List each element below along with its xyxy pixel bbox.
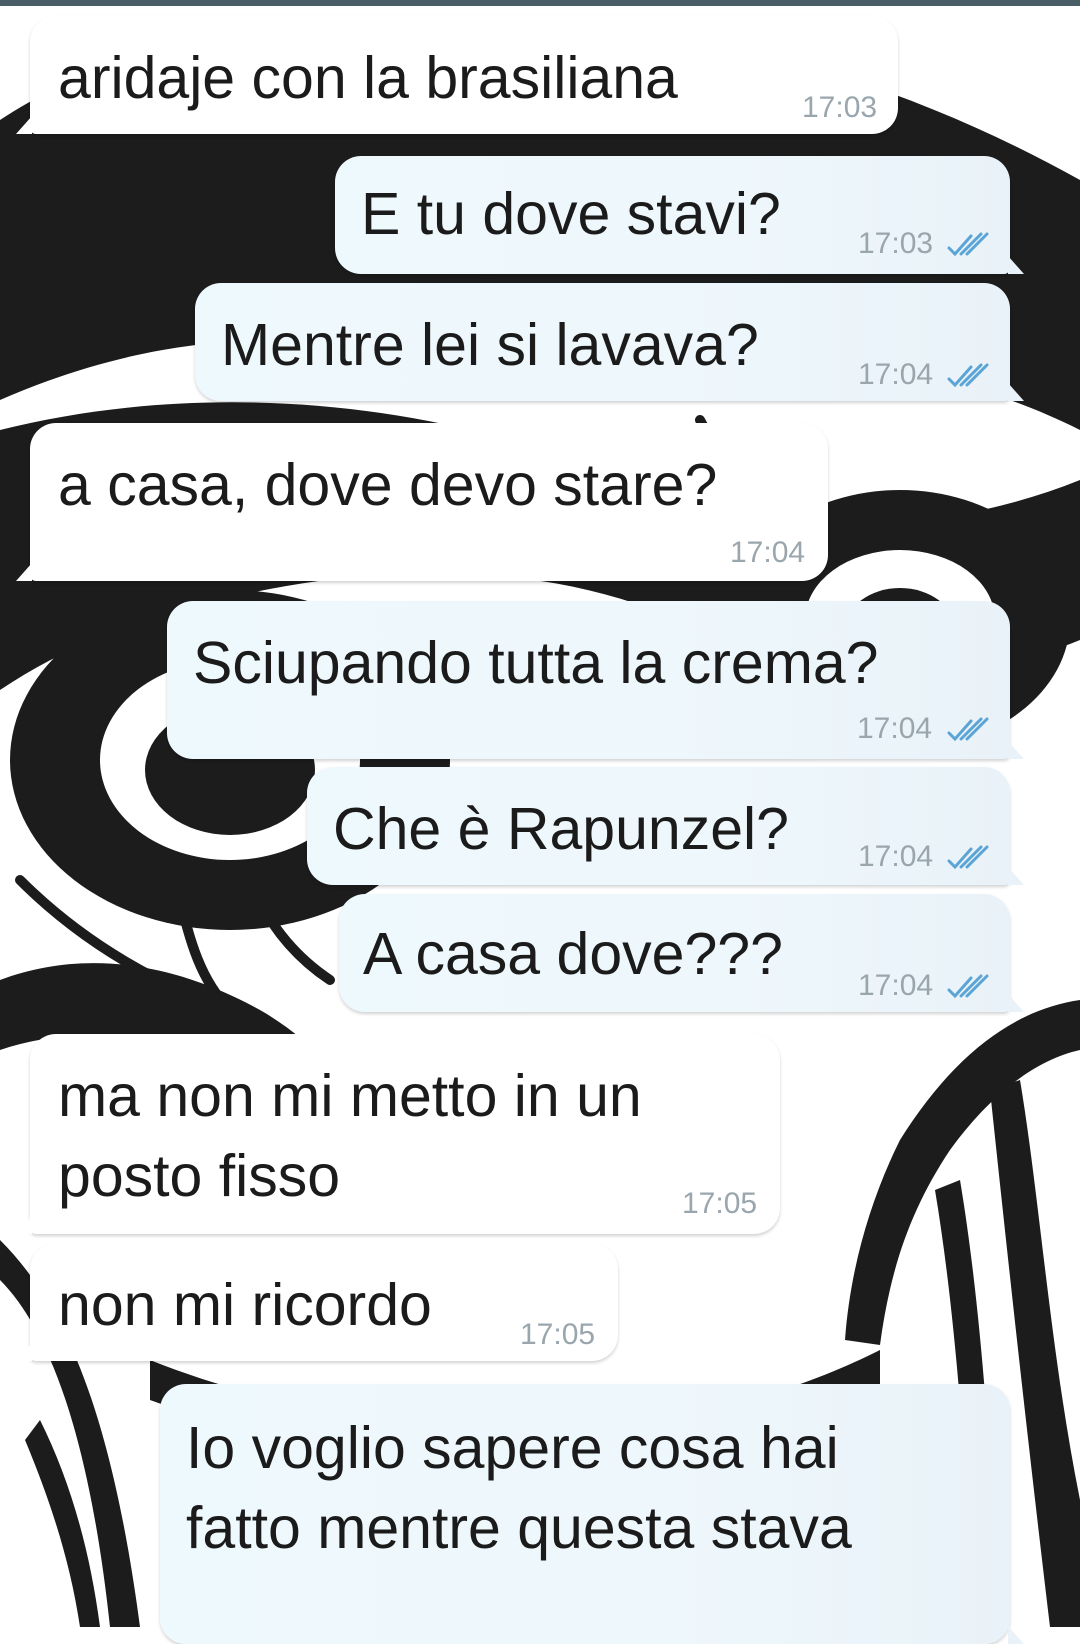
message-text: Che è Rapunzel? [333,796,789,862]
message-time: 17:04 [858,969,934,1002]
message-outgoing[interactable]: E tu dove stavi? 17:03 [335,156,1024,274]
read-double-check-icon [947,845,989,869]
read-double-check-icon [947,232,989,256]
message-text: aridaje con la brasiliana [58,45,678,111]
message-text: non mi ricordo [58,1272,432,1338]
message-text-line-2: fatto mentre questa stava [186,1495,852,1561]
message-outgoing[interactable]: Mentre lei si lavava? 17:04 [195,283,1024,401]
message-incoming[interactable]: aridaje con la brasiliana 17:03 [16,16,898,134]
message-time: 17:03 [802,91,878,124]
message-outgoing[interactable]: Sciupando tutta la crema? 17:04 [167,601,1024,759]
message-incoming[interactable]: ma non mi metto in un posto fisso 17:05 [16,1034,780,1234]
message-text-line-1: ma non mi metto in un [58,1063,642,1129]
read-double-check-icon [947,363,989,387]
message-time: 17:03 [858,227,934,260]
chat-thread: aridaje con la brasiliana 17:03 E tu dov… [0,0,1080,1644]
message-text-line-2: posto fisso [58,1143,341,1209]
message-time: 17:05 [520,1318,596,1351]
message-outgoing[interactable]: A casa dove??? 17:04 [339,894,1024,1012]
message-outgoing[interactable]: Io voglio sapere cosa hai fatto mentre q… [160,1384,1024,1644]
message-outgoing[interactable]: Che è Rapunzel? 17:04 [307,767,1024,885]
message-text-line-1: Io voglio sapere cosa hai [186,1415,839,1481]
message-text: A casa dove??? [363,921,783,987]
read-double-check-icon [947,717,989,741]
message-time: 17:04 [857,712,933,745]
message-time: 17:04 [730,536,806,569]
message-incoming[interactable]: non mi ricordo 17:05 [16,1243,618,1361]
read-double-check-icon [947,974,989,998]
message-text: E tu dove stavi? [361,181,781,247]
message-text: a casa, dove devo stare? [58,452,718,518]
message-incoming[interactable]: a casa, dove devo stare? 17:04 [16,423,828,581]
message-text: Sciupando tutta la crema? [193,630,879,696]
message-text: Mentre lei si lavava? [221,312,759,378]
message-time: 17:04 [858,358,934,391]
message-time: 17:04 [858,840,934,873]
message-time: 17:05 [682,1187,758,1220]
